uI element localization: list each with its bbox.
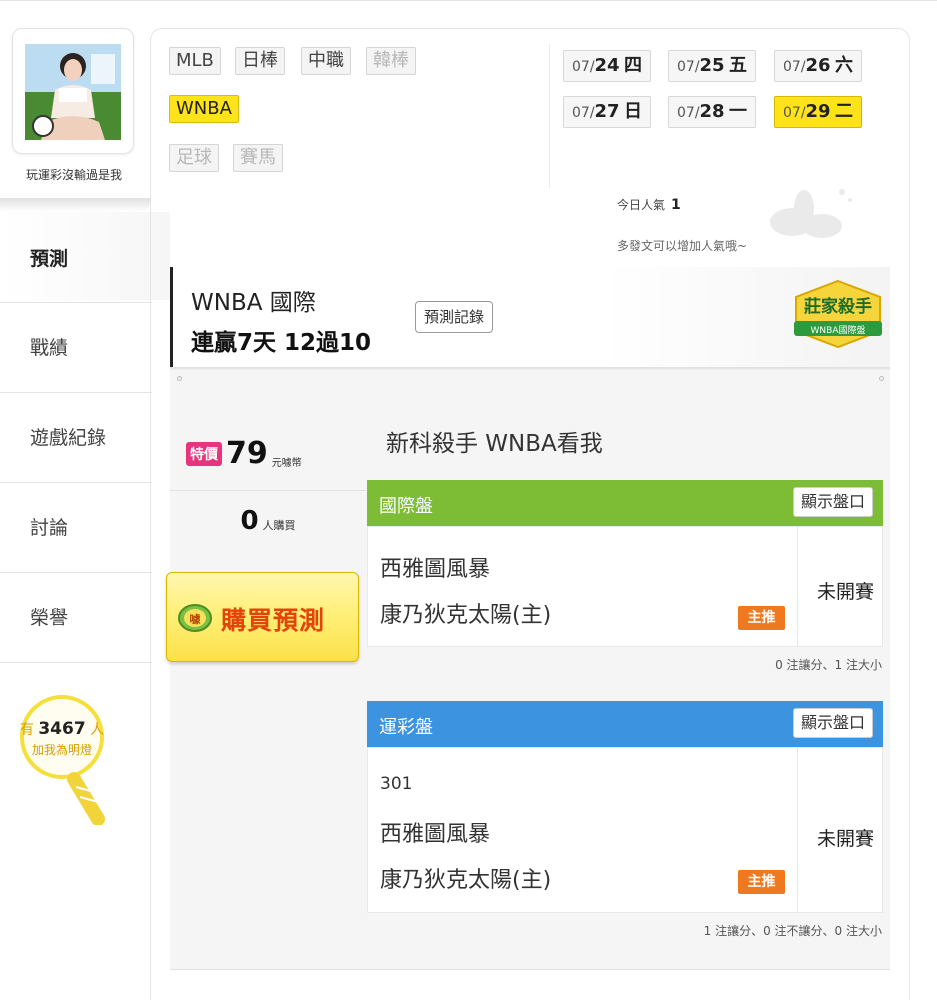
price-unit: 元噱幣 — [271, 458, 302, 469]
popularity-label: 今日人氣 — [617, 198, 666, 212]
date-0728[interactable]: 07/28 一 — [668, 96, 757, 128]
date-md: 07/ — [677, 105, 700, 121]
status-divider — [797, 527, 798, 646]
special-price-tag: 特價 — [186, 441, 222, 466]
fan-suffix: 人 — [90, 722, 105, 738]
date-day: 25 — [699, 55, 725, 76]
international-market-body: 西雅圖風暴 康乃狄克太陽(主) 主推 未開賽 — [367, 526, 883, 647]
fan-lightbulb[interactable]: 有 3467 人 加我為明燈 — [12, 695, 112, 825]
international-market-header: 國際盤 顯示盤口 — [367, 480, 883, 526]
game-status: 未開賽 — [816, 581, 874, 603]
date-md: 07/ — [783, 59, 806, 75]
nav-item-prediction[interactable] — [0, 212, 170, 300]
date-md: 07/ — [572, 59, 595, 75]
popularity: 今日人氣 1 — [617, 196, 681, 213]
prediction-history-button[interactable]: 預測記錄 — [415, 301, 494, 333]
price-box: 特價 79 元噱幣 — [186, 436, 302, 471]
home-team: 康乃狄克太陽(主) — [380, 868, 552, 893]
date-day: 24 — [594, 55, 620, 76]
decorative-flower-icon — [770, 189, 852, 238]
sport-tab-npb[interactable]: 日棒 — [235, 47, 285, 75]
nav-item-prediction-label: 預測 — [30, 248, 69, 270]
date-weekday: 日 — [624, 101, 643, 122]
coin-label: 噱 — [190, 612, 202, 626]
sport-tab-soccer: 足球 — [169, 144, 219, 172]
buy-prediction-label: 購買預測 — [221, 606, 326, 635]
status-divider — [797, 748, 798, 912]
league-title: WNBA 國際 — [191, 290, 316, 316]
fan-label: 加我為明燈 — [31, 743, 92, 757]
fan-count-line: 有 3467 人 — [12, 719, 112, 739]
market-name: 運彩盤 — [379, 717, 433, 738]
buyer-number: 0 — [240, 506, 259, 536]
prediction-header: WNBA 國際 連贏7天 12過10 預測記錄 莊家殺手 WNBA國際盤 — [170, 267, 890, 367]
date-0727[interactable]: 07/27 日 — [563, 96, 652, 128]
badge-title: 莊家殺手 — [804, 296, 872, 317]
sport-tab-mlb[interactable]: MLB — [169, 47, 221, 75]
sports-lottery-market-header: 運彩盤 顯示盤口 — [367, 701, 883, 747]
away-team: 西雅圖風暴 — [380, 557, 491, 582]
sport-tab-kbo: 韓棒 — [366, 47, 416, 75]
sports-lottery-market-body: 301 西雅圖風暴 康乃狄克太陽(主) 主推 未開賽 — [367, 747, 883, 913]
fan-count: 3467 — [38, 719, 86, 739]
date-md: 07/ — [677, 59, 700, 75]
date-weekday: 四 — [624, 55, 643, 76]
top-divider — [0, 0, 937, 1]
market-name: 國際盤 — [379, 496, 433, 517]
date-weekday: 五 — [729, 55, 748, 76]
date-0725[interactable]: 07/25 五 — [668, 50, 757, 82]
date-day: 28 — [699, 101, 725, 122]
coin-icon: 噱 — [178, 604, 212, 632]
fan-prefix: 有 — [19, 722, 34, 738]
tab-divider — [549, 44, 550, 188]
date-day: 26 — [805, 55, 831, 76]
pick-home-badge: 主推 — [738, 870, 785, 894]
avatar-card[interactable] — [12, 28, 134, 154]
corner-dot — [879, 376, 884, 381]
away-team: 西雅圖風暴 — [380, 822, 491, 847]
date-day: 29 — [805, 101, 831, 122]
pick-home-badge: 主推 — [738, 606, 785, 630]
date-weekday: 一 — [729, 101, 748, 122]
popularity-value: 1 — [671, 197, 681, 213]
game-number: 301 — [380, 774, 413, 794]
sport-tab-horse-racing: 賽馬 — [233, 144, 283, 172]
nav-list: 戰績 遊戲紀錄 討論 榮譽 — [0, 302, 152, 663]
show-odds-button[interactable]: 顯示盤口 — [792, 708, 873, 738]
buy-prediction-button[interactable]: 噱 購買預測 — [166, 572, 359, 662]
post-title: 新科殺手 WNBA看我 — [386, 431, 603, 457]
bookie-killer-badge-icon: 莊家殺手 WNBA國際盤 — [794, 279, 882, 349]
popularity-hint: 多發文可以增加人氣哦~ — [617, 239, 748, 253]
home-team: 康乃狄克太陽(主) — [380, 603, 552, 628]
avatar[interactable] — [25, 44, 121, 140]
lightbulb-icon — [20, 695, 105, 825]
game-status: 未開賽 — [816, 828, 874, 850]
date-day: 27 — [594, 101, 620, 122]
buyer-label: 人購買 — [262, 519, 296, 532]
date-0726[interactable]: 07/26 六 — [774, 50, 863, 82]
price-divider — [170, 490, 366, 491]
nav-item-record[interactable]: 戰績 — [0, 303, 152, 393]
date-0724[interactable]: 07/24 四 — [563, 50, 652, 82]
badge-subtitle: WNBA國際盤 — [811, 324, 866, 336]
date-md: 07/ — [783, 105, 806, 121]
nav-item-game-history[interactable]: 遊戲紀錄 — [0, 393, 152, 483]
market-summary: 0 注讓分、1 注大小 — [775, 658, 882, 672]
price-value: 79 — [226, 436, 268, 471]
date-weekday: 六 — [835, 55, 854, 76]
sport-tab-cpbl[interactable]: 中職 — [301, 47, 351, 75]
sport-tab-wnba[interactable]: WNBA — [169, 95, 239, 123]
win-streak: 連贏7天 12過10 — [191, 330, 372, 356]
market-summary: 1 注讓分、0 注不讓分、0 注大小 — [703, 924, 882, 938]
corner-dot — [177, 376, 182, 381]
nav-shadow — [0, 198, 150, 212]
nav-item-honor[interactable]: 榮譽 — [0, 573, 152, 663]
date-0729[interactable]: 07/29 二 — [774, 96, 863, 128]
date-md: 07/ — [572, 105, 595, 121]
nav-item-discussion[interactable]: 討論 — [0, 483, 152, 573]
date-weekday: 二 — [835, 101, 854, 122]
buyer-count: 0 人購買 — [170, 506, 366, 536]
show-odds-button[interactable]: 顯示盤口 — [792, 487, 873, 517]
nickname: 玩運彩沒輸過是我 — [25, 168, 122, 182]
